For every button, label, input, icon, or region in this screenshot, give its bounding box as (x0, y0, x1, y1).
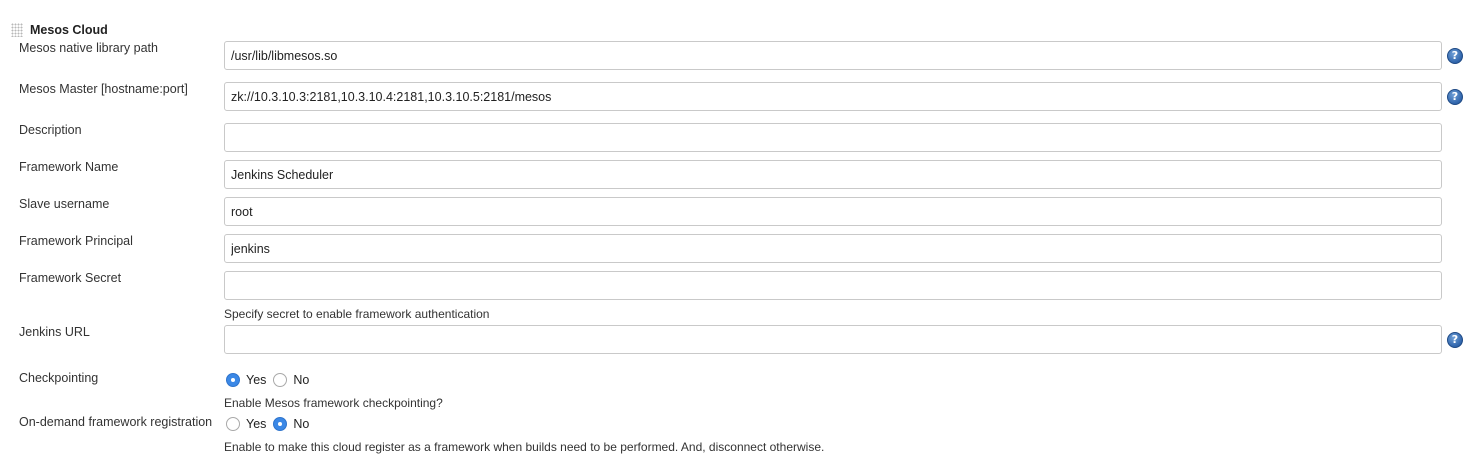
checkpointing-no-radio[interactable] (273, 373, 288, 387)
description-label: Description (19, 123, 82, 137)
framework-secret-help-text: Specify secret to enable framework authe… (224, 307, 490, 321)
checkpointing-no-label[interactable]: No (293, 373, 309, 387)
framework-name-input[interactable] (224, 160, 1442, 189)
jenkins-url-label: Jenkins URL (19, 325, 90, 339)
section-title: Mesos Cloud (30, 23, 108, 37)
checkpointing-help-text: Enable Mesos framework checkpointing? (224, 396, 443, 410)
checkpointing-yes-label[interactable]: Yes (246, 373, 266, 387)
mesos-master-input[interactable] (224, 82, 1442, 111)
framework-secret-input[interactable] (224, 271, 1442, 300)
framework-secret-label: Framework Secret (19, 271, 122, 285)
on-demand-radio-group: Yes No (226, 416, 316, 432)
mesos-master-label: Mesos Master [hostname:port] (19, 82, 188, 96)
on-demand-yes-radio[interactable] (226, 417, 240, 431)
on-demand-no-radio[interactable] (273, 417, 288, 431)
native-library-path-label: Mesos native library path (19, 41, 158, 55)
checkpointing-radio-group: Yes No (226, 372, 316, 388)
on-demand-registration-label: On-demand framework registration (19, 415, 213, 429)
on-demand-yes-label[interactable]: Yes (246, 417, 266, 431)
slave-username-label: Slave username (19, 197, 110, 211)
framework-principal-label: Framework Principal (19, 234, 133, 248)
framework-name-label: Framework Name (19, 160, 119, 174)
help-icon[interactable]: ? (1447, 89, 1463, 105)
checkpointing-label: Checkpointing (19, 371, 99, 385)
jenkins-url-input[interactable] (224, 325, 1442, 354)
help-icon[interactable]: ? (1447, 332, 1463, 348)
on-demand-help-text: Enable to make this cloud register as a … (224, 440, 825, 454)
help-icon[interactable]: ? (1447, 48, 1463, 64)
slave-username-input[interactable] (224, 197, 1442, 226)
section-header: Mesos Cloud (11, 22, 108, 38)
description-input[interactable] (224, 123, 1442, 152)
checkpointing-yes-radio[interactable] (226, 373, 240, 387)
native-library-path-input[interactable] (224, 41, 1442, 70)
drag-handle-icon[interactable] (11, 23, 23, 37)
framework-principal-input[interactable] (224, 234, 1442, 263)
on-demand-no-label[interactable]: No (293, 417, 309, 431)
